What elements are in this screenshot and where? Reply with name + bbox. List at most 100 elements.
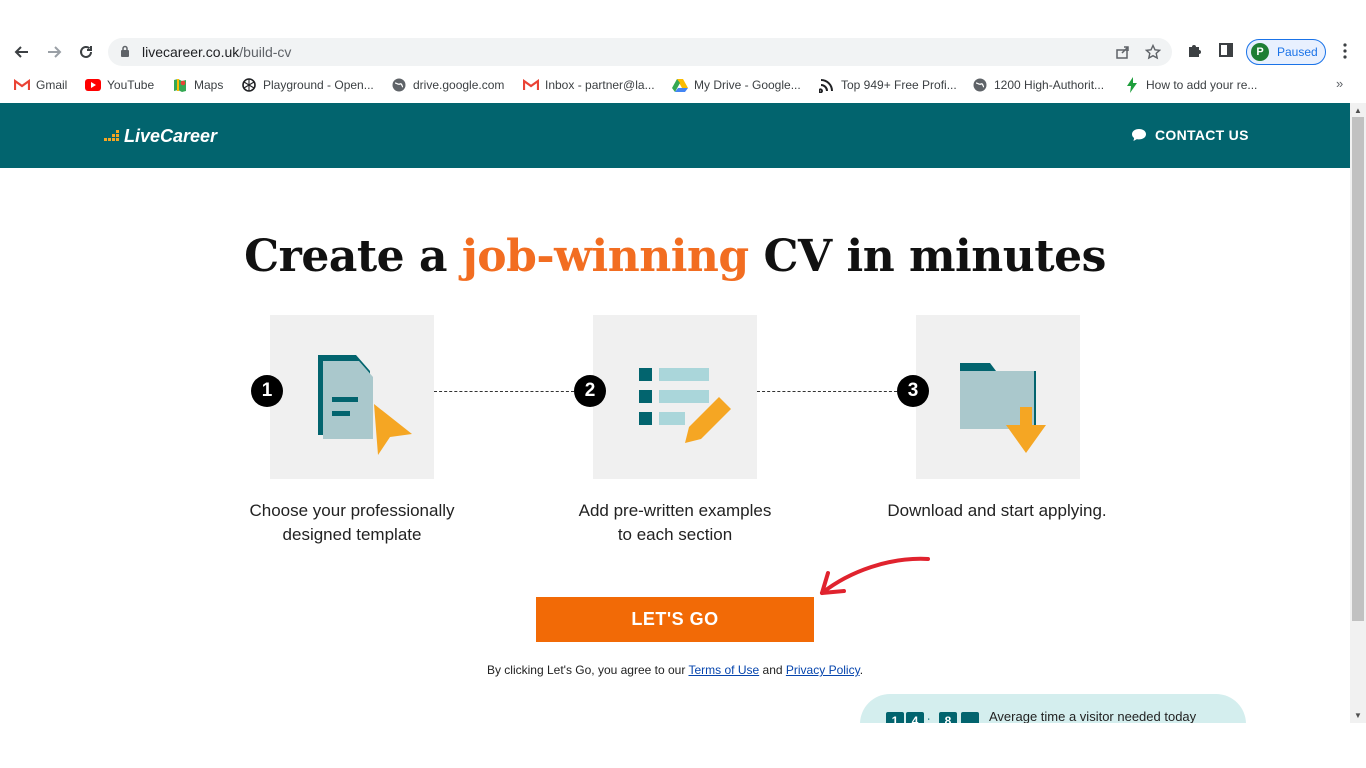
terms-notice: By clicking Let's Go, you agree to our T… [0, 663, 1350, 677]
profile-button[interactable]: P Paused [1246, 39, 1326, 65]
bookmark-how-to-add[interactable]: How to add your re... [1124, 76, 1257, 94]
lock-icon [121, 45, 129, 57]
address-bar[interactable]: livecareer.co.uk/build-cv [108, 38, 1172, 66]
bookmark-label: 1200 High-Authorit... [994, 78, 1105, 92]
bookmark-label: drive.google.com [413, 78, 505, 92]
terms-suffix: . [859, 663, 864, 677]
step-3-caption: Download and start applying. [857, 499, 1137, 523]
site-header: LiveCareer CONTACT US [0, 103, 1350, 168]
bookmarks-bar: Gmail YouTube Maps Playground - Open... … [0, 72, 1366, 98]
contact-us-label: CONTACT US [1155, 127, 1249, 143]
bookmark-label: Playground - Open... [263, 78, 374, 92]
headline-start: Create a [244, 231, 447, 282]
visitor-time-widget: 1 4 : 8 Average time a visitor needed to… [860, 694, 1246, 723]
timer-separator: : [927, 714, 931, 723]
step-1-number: 1 [251, 375, 283, 407]
step-2-caption-line: to each section [617, 525, 733, 544]
maps-icon [172, 77, 188, 93]
logo-text: LiveCareer [124, 125, 218, 146]
bookmark-gmail[interactable]: Gmail [14, 76, 67, 94]
chat-bubble-icon [1132, 129, 1146, 141]
feed-icon [819, 77, 835, 93]
bookmark-playground[interactable]: Playground - Open... [241, 76, 374, 94]
web-page: LiveCareer CONTACT US Create a job-winni… [0, 103, 1350, 723]
prewritten-list-icon [639, 368, 731, 443]
step-1-card [270, 315, 434, 479]
livecareer-logo[interactable]: LiveCareer [104, 125, 217, 147]
browser-chrome: livecareer.co.uk/build-cv P Paused Gmail… [0, 0, 1366, 103]
step-2-number: 2 [574, 375, 606, 407]
bookmark-label: Top 949+ Free Profi... [841, 78, 957, 92]
timer-text: Average time a visitor needed today [989, 709, 1197, 723]
bottom-area [0, 723, 1366, 768]
timer-digit: 4 [906, 712, 924, 723]
bookmark-label: My Drive - Google... [694, 78, 801, 92]
page-scrollbar[interactable]: ▲ ▼ [1350, 103, 1366, 723]
headline-end: CV in minutes [763, 231, 1107, 282]
openai-icon [241, 77, 257, 93]
annotation-arrow-icon [820, 556, 930, 595]
step-3-card [916, 315, 1080, 479]
reload-icon[interactable] [74, 40, 98, 64]
bookmark-maps[interactable]: Maps [172, 76, 223, 94]
step-2-caption: Add pre-written examples to each section [535, 499, 815, 547]
globe-icon [972, 77, 988, 93]
side-panel-icon[interactable] [1216, 40, 1236, 60]
scroll-up-icon[interactable]: ▲ [1354, 106, 1362, 115]
headline-highlight: job-winning [461, 231, 749, 282]
timer-digit: 1 [886, 712, 904, 723]
terms-of-use-link[interactable]: Terms of Use [688, 663, 759, 677]
step-1-caption-line: Choose your professionally [249, 501, 455, 520]
forward-icon[interactable] [42, 40, 66, 64]
privacy-policy-link[interactable]: Privacy Policy [786, 663, 860, 677]
template-document-icon [318, 355, 412, 455]
step-1-caption-line: designed template [282, 525, 422, 544]
bookmark-top-949[interactable]: Top 949+ Free Profi... [819, 76, 957, 94]
timer-digit [961, 712, 979, 723]
bookmark-star-icon[interactable] [1144, 43, 1162, 61]
page-title: Create a job-winning CV in minutes [0, 231, 1350, 282]
tab-strip [0, 0, 1366, 34]
bookmark-drive-google[interactable]: drive.google.com [391, 76, 504, 94]
bolt-icon [1124, 77, 1140, 93]
step-3-number: 3 [897, 375, 929, 407]
navigation-bar: livecareer.co.uk/build-cv [0, 36, 1366, 68]
step-1-caption: Choose your professionally designed temp… [212, 499, 492, 547]
share-icon[interactable] [1114, 43, 1132, 61]
step-3-caption-line: Download and start applying. [887, 501, 1107, 520]
terms-prefix: By clicking Let's Go, you agree to our [486, 663, 686, 677]
extensions-puzzle-icon[interactable] [1184, 40, 1204, 60]
terms-and: and [762, 663, 783, 677]
step-connector [757, 391, 897, 392]
timer-digit: 8 [939, 712, 957, 723]
url-text: livecareer.co.uk/build-cv [142, 44, 292, 60]
back-icon[interactable] [10, 40, 34, 64]
logo-mark-icon [104, 128, 122, 145]
bookmark-1200-high[interactable]: 1200 High-Authorit... [972, 76, 1104, 94]
globe-icon [391, 77, 407, 93]
bookmark-inbox[interactable]: Inbox - partner@la... [523, 76, 655, 94]
more-bookmarks-button[interactable]: » [1336, 76, 1343, 91]
bookmark-label: Gmail [36, 78, 68, 92]
bookmark-youtube[interactable]: YouTube [85, 76, 154, 94]
bookmark-label: Inbox - partner@la... [545, 78, 655, 92]
gmail-icon [523, 77, 539, 93]
scrollbar-thumb[interactable] [1352, 117, 1364, 621]
contact-us-link[interactable]: CONTACT US [1131, 127, 1249, 143]
google-drive-icon [672, 77, 688, 93]
avatar: P [1251, 43, 1269, 61]
bookmark-label: Maps [194, 78, 224, 92]
bookmark-label: How to add your re... [1146, 78, 1258, 92]
browser-menu-icon[interactable] [1340, 41, 1350, 61]
scroll-down-icon[interactable]: ▼ [1354, 711, 1362, 720]
step-connector [434, 391, 574, 392]
step-2-card [593, 315, 757, 479]
download-folder-icon [960, 363, 1046, 453]
step-2-caption-line: Add pre-written examples [578, 501, 772, 520]
lets-go-button[interactable]: LET'S GO [536, 597, 814, 642]
bookmark-my-drive[interactable]: My Drive - Google... [672, 76, 801, 94]
gmail-icon [14, 77, 30, 93]
youtube-icon [85, 77, 101, 93]
profile-status: Paused [1277, 45, 1318, 59]
bookmark-label: YouTube [107, 78, 155, 92]
